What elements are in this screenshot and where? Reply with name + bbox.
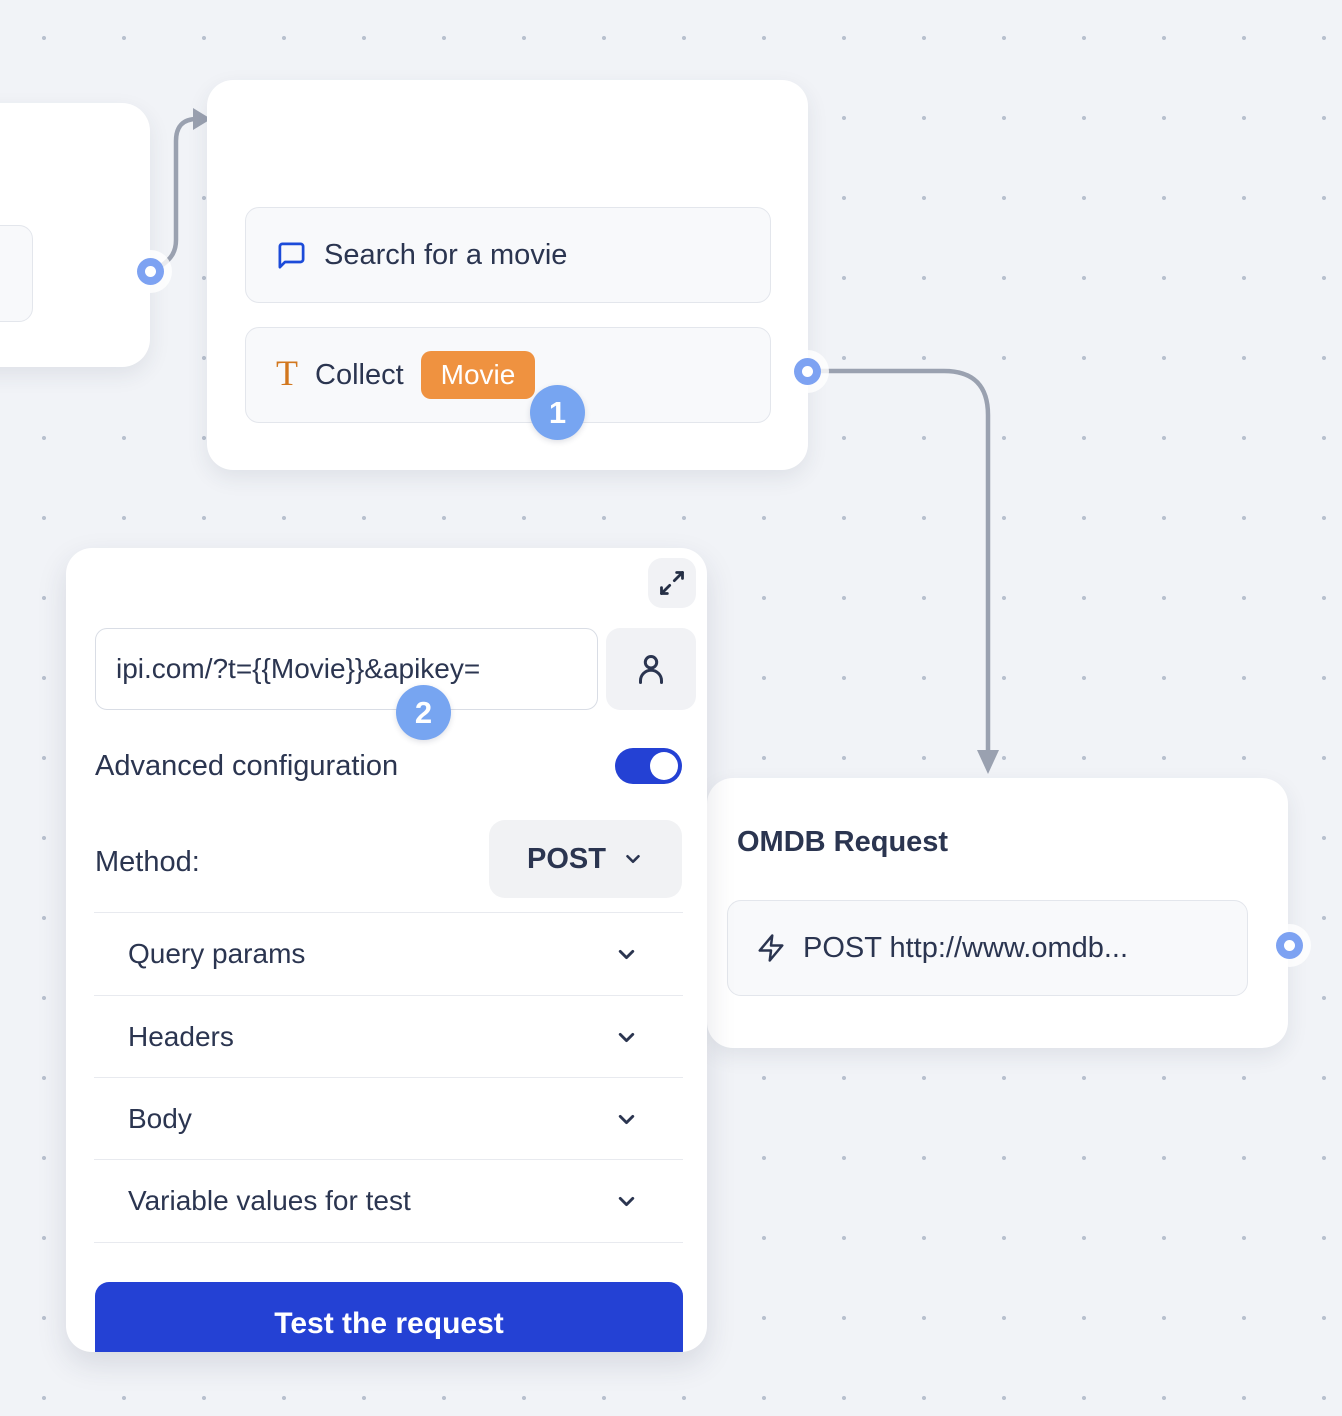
block-label: Search for a movie — [324, 239, 567, 272]
variable-chip-movie[interactable]: Movie — [421, 351, 536, 399]
method-value: POST — [527, 843, 606, 876]
person-icon — [633, 651, 669, 687]
accordion-body[interactable]: Body — [94, 1078, 683, 1160]
expand-icon — [658, 569, 686, 597]
accordion-label: Headers — [128, 1021, 234, 1053]
chevron-down-icon — [614, 942, 639, 967]
advanced-configuration-label: Advanced configuration — [95, 750, 398, 783]
block-label: Collect — [315, 359, 404, 392]
flow-canvas[interactable]: Movie search Search for a movie T Collec… — [0, 0, 1342, 1416]
chevron-down-icon — [614, 1189, 639, 1214]
lightning-icon — [756, 933, 786, 963]
method-label: Method: — [95, 846, 200, 879]
toggle-knob — [650, 752, 678, 780]
accordion-label: Variable values for test — [128, 1185, 411, 1217]
step-badge-2: 2 — [396, 685, 451, 740]
advanced-configuration-toggle[interactable] — [615, 748, 682, 784]
method-select[interactable]: POST — [489, 820, 682, 898]
connection-line-movie-search-to-omdb — [820, 371, 988, 752]
node-movie-search[interactable]: Movie search Search for a movie T Collec… — [207, 80, 808, 470]
block-search-for-a-movie[interactable]: Search for a movie — [245, 207, 771, 303]
accordion-headers[interactable]: Headers — [94, 996, 683, 1078]
arrowhead-down-icon — [977, 750, 999, 774]
node-partial-left[interactable] — [0, 103, 150, 367]
accordion-label: Query params — [128, 938, 305, 970]
url-input[interactable] — [95, 628, 598, 710]
insert-variable-button[interactable] — [606, 628, 696, 710]
text-input-icon: T — [276, 355, 298, 391]
chevron-down-icon — [622, 848, 644, 870]
accordion-variable-values[interactable]: Variable values for test — [94, 1160, 683, 1242]
expand-button[interactable] — [648, 558, 696, 608]
connection-line-start-to-movie-search — [161, 119, 197, 266]
block-label: POST http://www.omdb... — [803, 932, 1128, 965]
chat-bubble-icon — [276, 240, 307, 271]
chevron-down-icon — [614, 1025, 639, 1050]
test-the-request-button[interactable]: Test the request — [95, 1282, 683, 1352]
partial-node-block[interactable] — [0, 225, 33, 322]
output-connector-movie-search[interactable] — [794, 358, 821, 385]
output-connector-omdb-request[interactable] — [1276, 932, 1303, 959]
webhook-config-panel[interactable]: Advanced configuration Method: POST Quer… — [66, 548, 707, 1352]
block-omdb-post-request[interactable]: POST http://www.omdb... — [727, 900, 1248, 996]
node-omdb-request[interactable]: OMDB Request POST http://www.omdb... — [707, 778, 1288, 1048]
accordion-query-params[interactable]: Query params — [94, 913, 683, 995]
output-connector-partial-node[interactable] — [137, 258, 164, 285]
chevron-down-icon — [614, 1107, 639, 1132]
divider — [94, 1242, 683, 1243]
block-collect-movie[interactable]: T Collect Movie — [245, 327, 771, 423]
node-title: OMDB Request — [737, 826, 948, 859]
accordion-label: Body — [128, 1103, 192, 1135]
step-badge-1: 1 — [530, 385, 585, 440]
